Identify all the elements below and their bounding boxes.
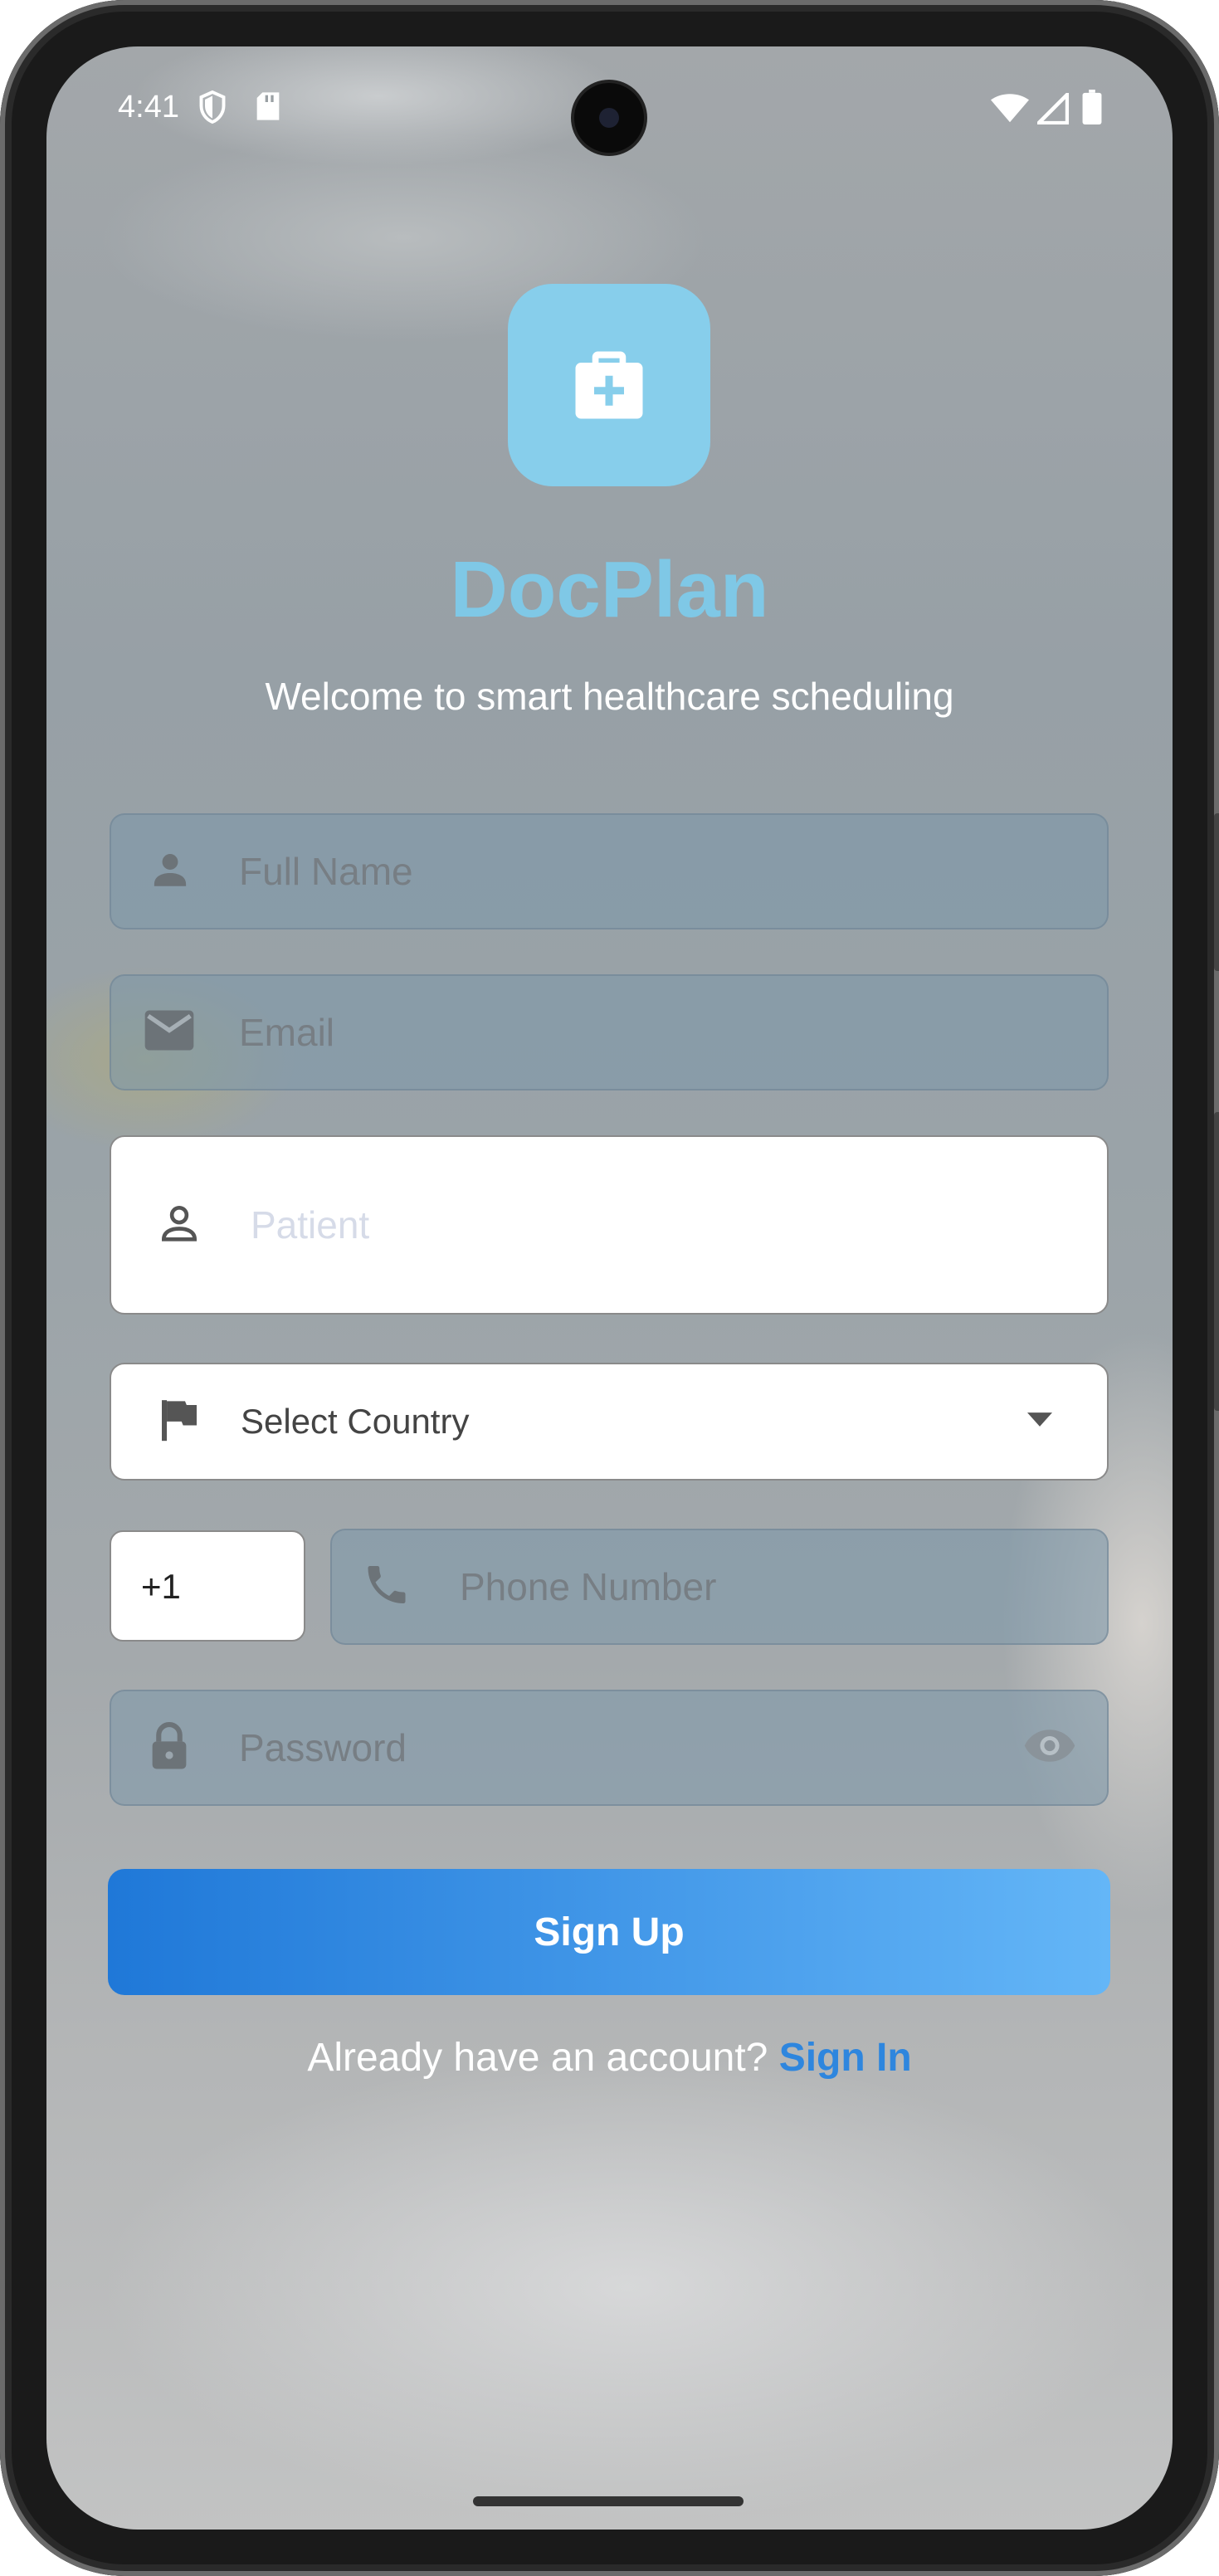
mail-icon: [143, 1008, 196, 1057]
country-code-value: +1: [141, 1567, 181, 1606]
app-screen: 4:41 DocPlan Welcome to smart healthcare…: [46, 46, 1173, 2530]
volume-button: [1214, 813, 1219, 971]
status-bar: 4:41: [46, 46, 1173, 171]
flag-icon: [158, 1397, 201, 1447]
full-name-placeholder: Full Name: [239, 850, 413, 893]
status-time: 4:41: [118, 90, 179, 124]
shield-icon: [197, 90, 227, 129]
email-placeholder: Email: [239, 1011, 335, 1054]
front-camera: [574, 83, 644, 153]
app-tagline: Welcome to smart healthcare scheduling: [265, 675, 954, 718]
battery-icon: [1082, 90, 1102, 129]
person-outline-icon: [156, 1200, 202, 1251]
medical-bag-icon: [575, 351, 643, 419]
country-code-field[interactable]: +1: [110, 1530, 305, 1642]
password-field[interactable]: Password: [110, 1690, 1109, 1806]
sd-card-icon: [254, 90, 282, 127]
power-button: [1214, 1112, 1219, 1411]
home-indicator[interactable]: [473, 2496, 744, 2506]
sign-in-link[interactable]: Sign In: [779, 2036, 912, 2080]
sign-in-prompt-text: Already have an account?: [307, 2036, 768, 2080]
phone-frame: 4:41 DocPlan Welcome to smart healthcare…: [0, 0, 1219, 2576]
eye-icon[interactable]: [1022, 1728, 1077, 1769]
password-placeholder: Password: [239, 1726, 407, 1769]
role-field[interactable]: Patient: [110, 1135, 1109, 1315]
wifi-icon: [991, 93, 1029, 127]
country-select[interactable]: Select Country: [110, 1363, 1109, 1481]
app-title: DocPlan: [450, 545, 769, 634]
dropdown-arrow-icon[interactable]: [1026, 1412, 1054, 1432]
sign-up-button[interactable]: Sign Up: [108, 1869, 1110, 1995]
full-name-field[interactable]: Full Name: [110, 813, 1109, 929]
phone-icon: [362, 1560, 412, 1614]
country-value: Select Country: [241, 1402, 470, 1441]
person-icon: [148, 847, 193, 896]
role-value: Patient: [251, 1203, 370, 1247]
email-field[interactable]: Email: [110, 974, 1109, 1090]
lock-icon: [146, 1720, 193, 1776]
phone-placeholder: Phone Number: [460, 1565, 717, 1608]
signal-icon: [1034, 90, 1070, 129]
app-logo: [508, 284, 710, 486]
sign-in-prompt: Already have an account? Sign In: [46, 2035, 1173, 2081]
phone-number-field[interactable]: Phone Number: [330, 1529, 1109, 1645]
